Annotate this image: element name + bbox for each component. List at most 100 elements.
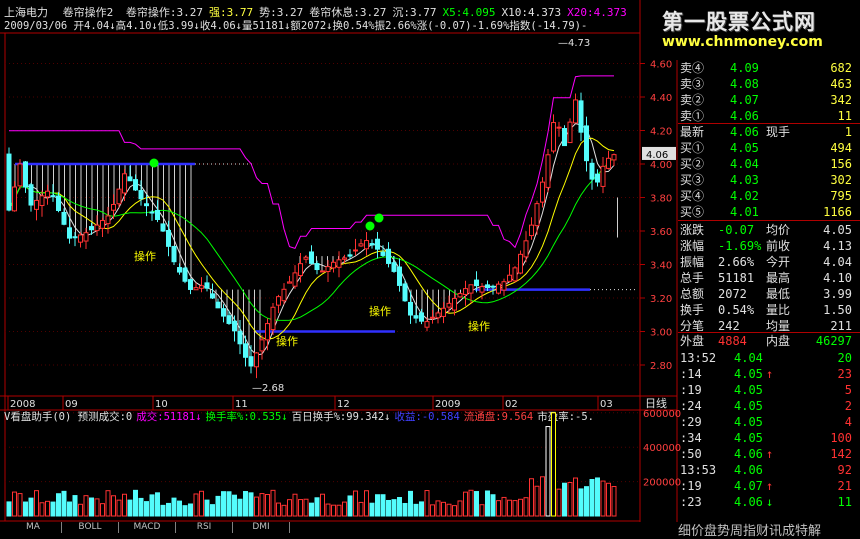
volume-bar <box>111 495 116 517</box>
indicator-value: X10:4.373 <box>501 6 562 19</box>
tick-time: 13:52 <box>680 351 717 365</box>
candle-body <box>353 249 358 252</box>
ask-label: 卖① <box>680 109 705 123</box>
volume-bar <box>551 412 556 517</box>
tab-rsi[interactable]: RSI <box>176 522 233 533</box>
volume-bar <box>342 501 347 517</box>
signal-dot <box>374 213 384 223</box>
candle-body <box>397 266 402 286</box>
tick-time: :14 <box>680 367 702 381</box>
ask-price: 4.06 <box>730 109 759 123</box>
volume-axis-label: 600000 <box>643 409 681 420</box>
stat-value: 4.10 <box>823 271 852 285</box>
volume-bar <box>89 497 94 517</box>
chart-annotations: —4.73—2.68操作操作操作操作 <box>134 38 590 394</box>
candle-body <box>369 243 375 246</box>
volume-bar <box>375 494 380 517</box>
candle-body <box>204 282 210 289</box>
candle-body <box>166 230 171 247</box>
candle-body <box>562 128 567 147</box>
candle-body <box>386 248 391 264</box>
ask-volume: 11 <box>837 109 852 123</box>
volume-bar <box>540 476 545 517</box>
volume-bar <box>567 482 573 517</box>
volume-bar <box>281 504 287 517</box>
candle-body <box>314 263 320 271</box>
signal-dot <box>149 158 159 168</box>
volume-bar <box>534 485 540 517</box>
candle-body <box>111 203 116 211</box>
price-label: 4.60 <box>650 60 672 71</box>
volume-bar <box>386 499 391 517</box>
price-grid <box>5 63 645 366</box>
indicator-value: X20:4.373 <box>567 6 627 19</box>
tick-arrow-icon: ↑ <box>766 367 774 381</box>
tab-ma[interactable]: MA <box>5 522 62 533</box>
volume-bar <box>160 504 166 517</box>
candle-body <box>512 267 518 282</box>
watermark-url: www.chnmoney.com <box>662 34 823 50</box>
candle-body <box>380 251 386 256</box>
candle-body <box>584 125 589 162</box>
stat-value: 2072 <box>718 287 747 301</box>
tick-volume: 5 <box>844 383 852 397</box>
tab-dmi[interactable]: DMI <box>233 522 290 533</box>
ask-row: 卖② 4.07 342 <box>678 92 856 108</box>
bid-volume: 1166 <box>823 205 852 219</box>
bid-label: 买③ <box>680 173 705 187</box>
stat-label: 量比 <box>766 303 791 317</box>
candle-body <box>540 181 545 203</box>
bid-row: 买④ 4.02 795 <box>678 188 856 204</box>
volume-bar <box>6 501 12 517</box>
tick-row: :24 4.05 2 <box>678 398 856 414</box>
ask-label: 卖③ <box>680 77 705 91</box>
candle-body <box>611 154 617 161</box>
tick-price: 4.05 <box>734 367 763 381</box>
candle-body <box>177 267 182 273</box>
indicator-title[interactable]: 卷帘操作2 <box>63 6 114 19</box>
outer-inner-row: 外盘 4884 内盘 46297 <box>678 333 856 349</box>
candle-body <box>545 154 551 188</box>
bid-row: 买② 4.04 156 <box>678 156 856 172</box>
volume-bar <box>501 496 507 517</box>
candle-body <box>94 224 100 232</box>
bid-price: 4.02 <box>730 189 759 203</box>
operate-label: 操作 <box>276 334 298 348</box>
tab-macd[interactable]: MACD <box>119 522 176 533</box>
volume-bar <box>584 486 589 517</box>
bottom-tab-strip[interactable]: 细价盘势周指财讯成特解 <box>678 520 821 539</box>
candle-body <box>127 176 133 182</box>
tick-price: 4.06 <box>734 447 763 461</box>
candle-body <box>199 285 204 289</box>
tick-arrow-icon: ↑ <box>766 479 774 493</box>
tick-time: 13:53 <box>680 463 717 477</box>
volume-bar <box>358 501 364 517</box>
stat-label: 涨幅 <box>680 239 705 253</box>
price-label: 3.80 <box>650 194 672 205</box>
volume-bar <box>496 500 501 517</box>
tab-boll[interactable]: BOLL <box>62 522 119 533</box>
volume-bar <box>529 478 534 517</box>
candle-body <box>551 122 556 152</box>
stat-value: 1.50 <box>823 303 852 317</box>
tick-row: :34 4.05 100 <box>678 430 856 446</box>
stat-value: -1.69% <box>718 239 762 253</box>
stat-label: 最高 <box>766 271 791 285</box>
candle-body <box>61 211 67 225</box>
candle-body <box>507 274 512 282</box>
indicator-value: 沉:3.77 <box>392 6 437 19</box>
tick-time: :24 <box>680 399 702 413</box>
candle-body <box>600 165 606 187</box>
volume-bar <box>171 497 177 517</box>
volume-bar <box>94 498 100 517</box>
candle-body <box>160 223 166 232</box>
volume-bar <box>474 491 479 517</box>
candle-body <box>116 188 122 205</box>
ask-label: 卖② <box>680 93 705 107</box>
tick-row: 13:53 4.06 92 <box>678 462 856 478</box>
stat-label: 前收 <box>766 239 791 253</box>
month-label: 2009 <box>435 399 460 410</box>
volume-bar <box>353 490 358 517</box>
inner-volume: 46297 <box>815 334 852 348</box>
bar-info-line: 2009/03/06 开4.04↓高4.10↓低3.99↓收4.06↓量5118… <box>4 20 588 32</box>
